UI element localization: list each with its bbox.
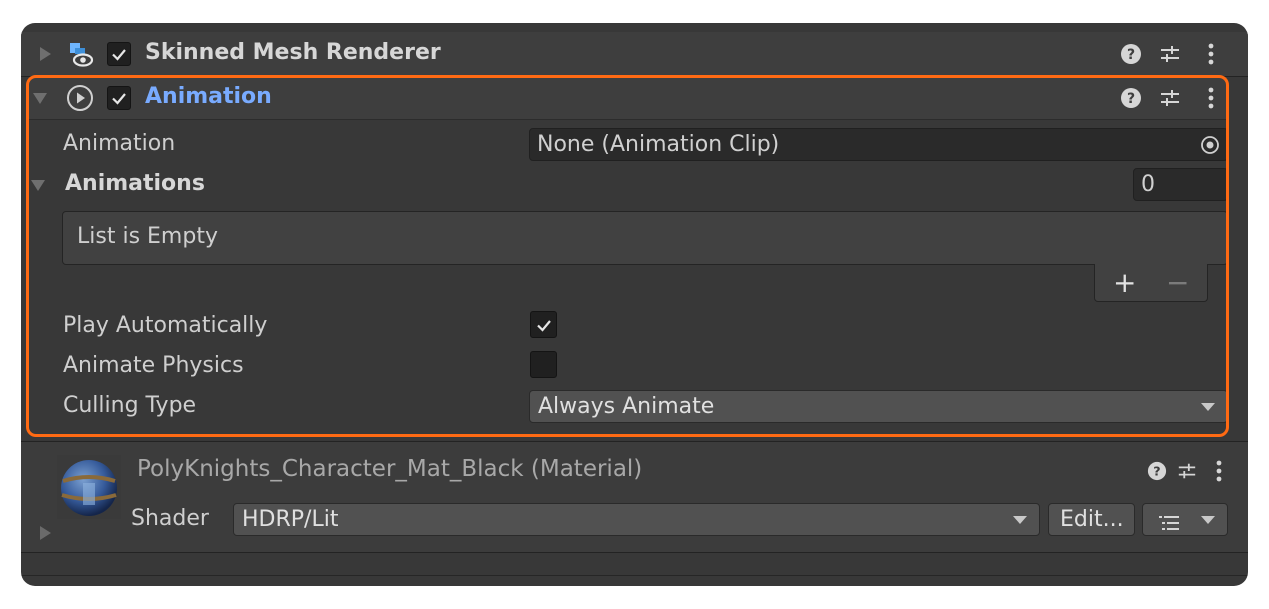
shader-options-button[interactable] (1142, 503, 1228, 536)
material-foldout-icon[interactable] (40, 526, 51, 540)
preset-icon[interactable] (1175, 459, 1199, 483)
kebab-menu-icon[interactable] (1199, 42, 1223, 66)
chevron-down-icon (1201, 516, 1215, 524)
help-icon[interactable]: ? (1145, 459, 1169, 483)
svg-text:?: ? (1153, 464, 1160, 479)
material-preview-thumbnail (57, 455, 121, 519)
skinned-mesh-icon (66, 40, 94, 68)
foldout-collapsed-icon[interactable] (40, 47, 51, 61)
chevron-down-icon (1013, 516, 1027, 524)
skinned-mesh-renderer-header[interactable]: Skinned Mesh Renderer ? (21, 32, 1248, 76)
help-icon[interactable]: ? (1119, 42, 1143, 66)
skinned-mesh-enabled-checkbox[interactable] (107, 42, 131, 66)
material-title: PolyKnights_Character_Mat_Black (Materia… (137, 456, 643, 482)
svg-text:?: ? (1127, 47, 1135, 63)
list-icon (1159, 512, 1181, 537)
shader-value: HDRP/Lit (242, 507, 339, 532)
skinned-mesh-renderer-title: Skinned Mesh Renderer (145, 40, 441, 65)
check-icon (112, 49, 126, 61)
preset-icon[interactable] (1158, 42, 1182, 66)
shader-label: Shader (131, 506, 209, 531)
kebab-menu-icon[interactable] (1209, 459, 1229, 483)
shader-dropdown[interactable]: HDRP/Lit (233, 503, 1040, 536)
material-section: PolyKnights_Character_Mat_Black (Materia… (21, 442, 1248, 552)
inspector-panel: Skinned Mesh Renderer ? Animation ? Anim… (21, 23, 1248, 586)
edit-shader-button[interactable]: Edit... (1048, 503, 1135, 536)
highlight-outline (26, 75, 1229, 437)
